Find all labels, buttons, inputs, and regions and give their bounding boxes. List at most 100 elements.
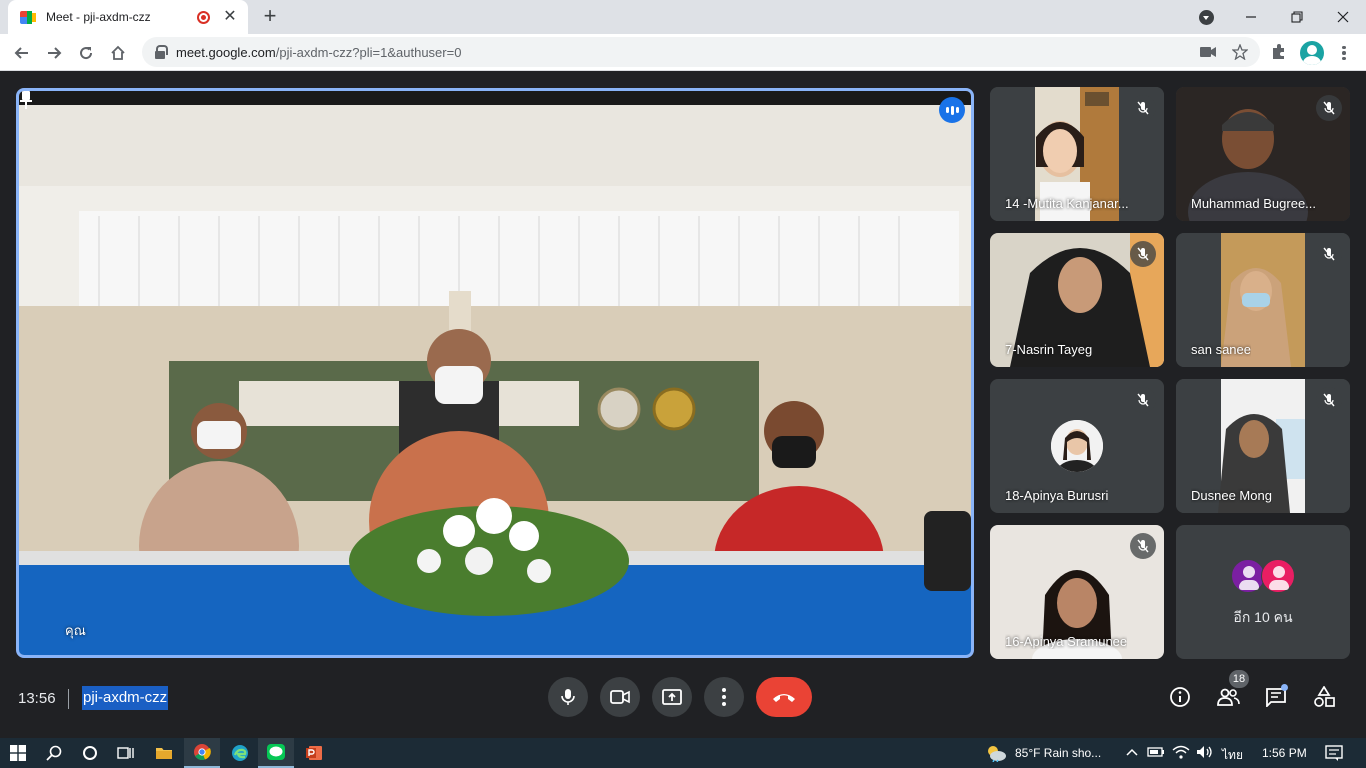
reload-button[interactable] [72,39,100,67]
meeting-clock: 13:56 [18,690,56,707]
close-tab-icon[interactable]: ✕ [222,9,238,25]
input-language-indicator[interactable]: ไทย [1222,746,1243,765]
new-tab-button[interactable]: + [258,5,282,28]
meeting-details-button[interactable] [1163,680,1197,714]
participant-name: 18-Apinya Burusri [1005,488,1109,503]
muted-mic-icon [1316,387,1342,413]
activities-shapes-icon [1314,686,1335,707]
chat-notification-dot [1281,684,1288,691]
minimize-window-button[interactable] [1228,0,1274,34]
taskbar-clock[interactable]: 1:56 PM [1262,746,1307,760]
forward-button[interactable] [40,39,68,67]
forward-arrow-icon [48,47,62,59]
extensions-puzzle-icon[interactable] [1270,43,1288,61]
muted-mic-icon [1316,95,1342,121]
participant-tile[interactable]: Muhammad Bugree... [1176,87,1350,221]
end-call-button[interactable] [756,677,812,717]
muted-mic-icon [1130,387,1156,413]
camera-permission-icon[interactable] [1200,44,1216,60]
lock-icon[interactable] [154,45,168,59]
chrome-taskbar-icon[interactable] [184,738,220,768]
notification-center-icon[interactable] [1325,745,1343,761]
browser-tab-meet[interactable]: Meet - pji-axdm-czz ✕ [8,0,248,34]
search-icon[interactable] [36,738,72,768]
activities-button[interactable] [1307,680,1341,714]
participant-name: 7-Nasrin Tayeg [1005,342,1093,357]
participant-avatar [1051,420,1103,472]
chat-button[interactable] [1259,680,1293,714]
windows-start-icon[interactable] [0,738,36,768]
restore-window-button[interactable] [1274,0,1320,34]
bookmark-star-icon[interactable] [1232,44,1248,60]
meeting-code[interactable]: pji-axdm-czz [82,686,169,710]
camera-icon [610,690,630,704]
back-arrow-icon [14,47,28,59]
powerpoint-taskbar-icon[interactable] [296,738,332,768]
participant-tile[interactable]: 16-Apinya Sramunee [990,525,1164,659]
weather-icon[interactable] [985,744,1007,762]
more-participants-avatars [1231,559,1301,595]
battery-icon[interactable] [1147,746,1165,758]
url-path: /pji-axdm-czz?pli=1&authuser=0 [275,44,462,60]
url-host: meet.google.com [176,44,276,60]
more-participants-tile[interactable]: อีก 10 คน [1176,525,1350,659]
edge-taskbar-icon[interactable] [222,738,258,768]
camera-button[interactable] [600,677,640,717]
present-screen-icon [662,689,682,705]
browser-tab-strip: Meet - pji-axdm-czz ✕ + [0,0,1366,34]
avatar [1231,559,1265,593]
participant-name: san sanee [1191,342,1251,357]
address-bar[interactable]: meet.google.com/pji-axdm-czz?pli=1&authu… [142,37,1260,67]
participant-name: 16-Apinya Sramunee [1005,634,1128,649]
muted-mic-icon [1316,241,1342,267]
recording-indicator-icon [197,10,210,24]
task-view-icon[interactable] [108,738,144,768]
participant-tile[interactable]: san sanee [1176,233,1350,367]
back-button[interactable] [8,39,36,67]
main-video-tile[interactable]: คุณ [16,88,974,658]
browser-toolbar: meet.google.com/pji-axdm-czz?pli=1&authu… [0,34,1366,71]
home-icon [111,45,125,60]
more-participants-label: อีก 10 คน [1233,609,1293,625]
microphone-icon [561,689,575,705]
info-icon [1170,687,1190,707]
close-window-button[interactable] [1320,0,1366,34]
file-explorer-icon[interactable] [146,738,182,768]
meet-control-bar: 13:56 pji-axdm-czz [0,672,1366,738]
google-meet-icon [20,10,36,24]
more-vertical-icon [722,688,726,706]
meet-stage: คุณ 14 -Mutita Kanjanar... Muhammad Bugr… [0,72,1366,738]
divider [68,689,69,709]
participant-tile[interactable]: 18-Apinya Burusri [990,379,1164,513]
volume-icon[interactable] [1196,745,1214,759]
pin-icon[interactable] [19,91,33,109]
windows-taskbar: 85°F Rain sho... ไทย 1:56 PM [0,738,1366,768]
cortana-icon[interactable] [72,738,108,768]
participant-tile[interactable]: 7-Nasrin Tayeg [990,233,1164,367]
home-button[interactable] [104,39,132,67]
participant-name: 14 -Mutita Kanjanar... [1005,196,1129,211]
participant-name: Muhammad Bugree... [1191,196,1317,211]
browser-menu-icon[interactable] [1336,43,1352,63]
participant-tile[interactable]: 14 -Mutita Kanjanar... [990,87,1164,221]
weather-text[interactable]: 85°F Rain sho... [1015,746,1101,760]
participant-name: Dusnee Mong [1191,488,1272,503]
speaking-indicator-icon [939,97,965,123]
wifi-icon[interactable] [1172,745,1190,759]
microphone-button[interactable] [548,677,588,717]
participant-count-badge: 18 [1229,670,1249,688]
more-options-button[interactable] [704,677,744,717]
avatar [1261,559,1295,593]
main-speaker-name: คุณ [65,623,86,638]
participant-tile[interactable]: Dusnee Mong [1176,379,1350,513]
main-video-feed [19,91,971,655]
muted-mic-icon [1130,95,1156,121]
chevron-up-icon[interactable] [1126,748,1138,756]
profile-avatar[interactable] [1300,41,1324,65]
hang-up-icon [773,694,795,702]
tab-search-icon[interactable] [1199,10,1214,25]
line-taskbar-icon[interactable] [258,738,294,768]
reload-icon [80,47,93,60]
present-screen-button[interactable] [652,677,692,717]
muted-mic-icon [1130,533,1156,559]
